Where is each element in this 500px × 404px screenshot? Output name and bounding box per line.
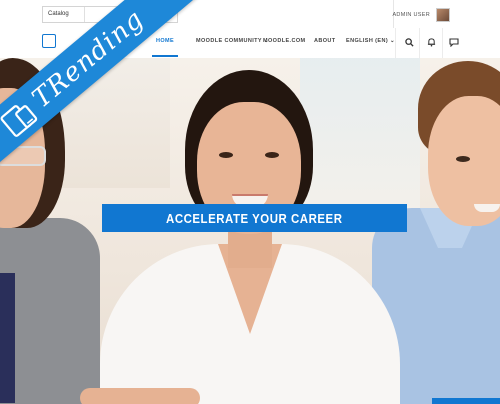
user-menu[interactable]: ADMIN USER <box>392 6 450 23</box>
notifications-button[interactable] <box>425 36 437 48</box>
person-left <box>0 218 100 404</box>
search-icon <box>404 37 414 47</box>
corner-accent <box>432 398 500 404</box>
hero-banner-text: ACCELERATE YOUR CAREER <box>166 210 343 226</box>
divider <box>395 28 396 58</box>
person-right-smile <box>474 204 500 212</box>
person-center-neck <box>228 228 272 268</box>
search-toggle-button[interactable] <box>403 36 415 48</box>
nav-item-about[interactable]: ABOUT <box>314 28 336 58</box>
nav-item-label: HOME <box>156 38 175 44</box>
nav-item-label: ENGLISH (EN) <box>346 38 389 44</box>
nav-item-label: MOODLE COMMUNITY <box>196 38 262 44</box>
nav-item-language[interactable]: ENGLISH (EN) ⌄ <box>346 28 395 58</box>
nav-item-home[interactable]: HOME <box>151 28 179 58</box>
avatar[interactable] <box>436 7 450 22</box>
chat-icon <box>449 37 459 47</box>
nav-item-label: ABOUT <box>314 38 336 44</box>
search-category-select[interactable]: Catalog <box>43 7 85 22</box>
site-logo[interactable] <box>42 34 56 48</box>
nav-item-label: MOODLE.COM <box>263 38 306 44</box>
messages-button[interactable] <box>448 36 460 48</box>
user-name: ADMIN USER <box>392 11 430 18</box>
nav-item-moodle-com[interactable]: MOODLE.COM <box>263 28 306 58</box>
hand <box>80 388 200 404</box>
divider <box>419 28 420 58</box>
bell-icon <box>427 38 435 47</box>
person-right-eye <box>456 156 470 162</box>
person-center-eye <box>219 152 233 158</box>
divider <box>442 28 443 58</box>
background-window <box>300 58 420 208</box>
person-left-shirt <box>0 273 15 403</box>
hero-banner[interactable]: ACCELERATE YOUR CAREER <box>102 204 407 232</box>
top-bar: Catalog ADMIN USER <box>0 0 500 29</box>
person-center-eye <box>265 152 279 158</box>
nav-item-moodle-community[interactable]: MOODLE COMMUNITY ⌄ <box>196 28 269 58</box>
